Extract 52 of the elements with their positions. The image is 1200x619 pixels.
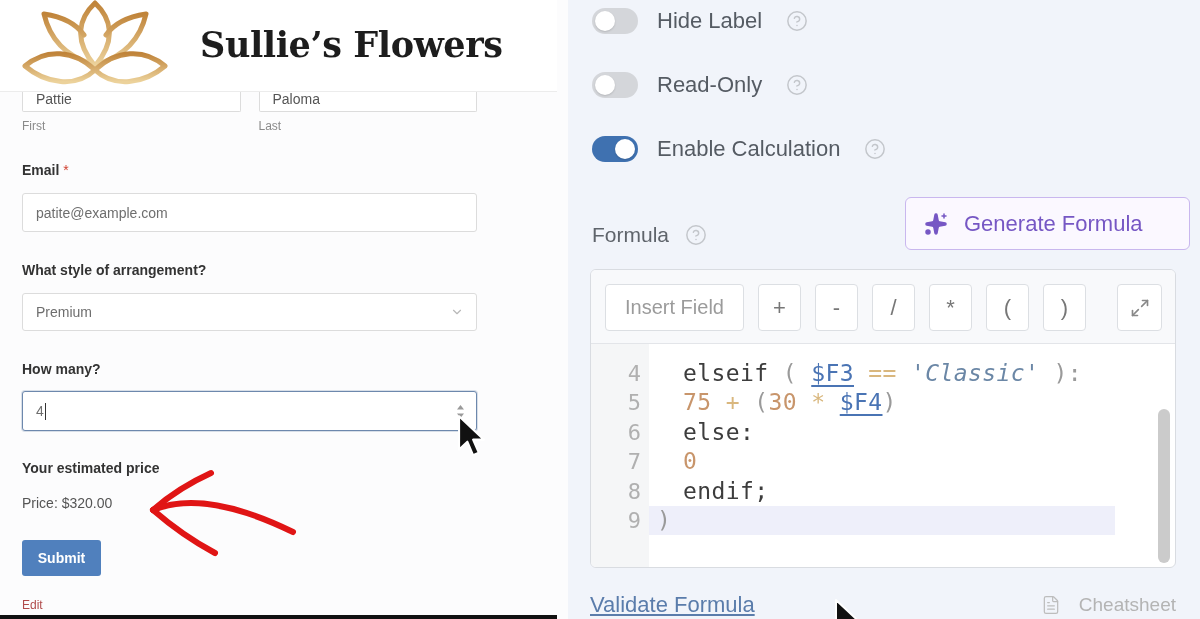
code-line: elseif ( $F3 == 'Classic' ): (682, 359, 1082, 388)
line-number: 4 (627, 360, 641, 388)
email-field[interactable]: patite@example.com (22, 193, 477, 232)
toggle-label: Read-Only (657, 72, 763, 98)
toggle-switch[interactable] (592, 72, 638, 98)
toggle-label: Enable Calculation (657, 136, 841, 162)
site-title: Sullie’s Flowers (200, 23, 503, 67)
line-number: 5 (627, 389, 641, 418)
validate-formula-link[interactable]: Validate Formula (590, 592, 755, 618)
generate-formula-button[interactable]: Generate Formula (905, 197, 1190, 250)
expand-button[interactable] (1117, 284, 1162, 331)
sublabel: First (22, 119, 46, 133)
code-line: endif; (682, 476, 769, 506)
spinner-arrows-icon[interactable] (457, 404, 464, 418)
code-line: 75 + (30 * $F4) (682, 388, 897, 418)
toggle-switch[interactable] (592, 136, 638, 162)
help-icon[interactable] (864, 138, 887, 160)
field-label: Email * (22, 162, 69, 178)
name-field[interactable]: Pattie (22, 92, 241, 112)
help-icon[interactable] (786, 74, 809, 96)
sublabel: Last (258, 119, 282, 133)
field-label: What style of arrangement? (22, 262, 207, 278)
select-field[interactable]: Premium (22, 293, 477, 331)
submit-button[interactable]: Submit (22, 540, 101, 576)
scrollbar-thumb[interactable] (1158, 409, 1170, 563)
operator-button[interactable]: ( (986, 284, 1029, 331)
text-cursor-icon (44, 402, 46, 420)
operator-button[interactable]: - (815, 284, 858, 331)
price-text: Price: $320.00 (22, 495, 113, 511)
line-number: 8 (627, 477, 641, 506)
toggle-switch[interactable] (592, 8, 638, 34)
operator-button[interactable]: / (872, 284, 915, 331)
line-number: 6 (627, 418, 641, 447)
sparkles-icon (924, 211, 948, 236)
help-icon[interactable] (685, 224, 708, 246)
edit-link[interactable]: Edit (22, 598, 43, 612)
name-field[interactable]: Paloma (258, 92, 477, 112)
operator-button[interactable]: * (929, 284, 972, 331)
toggle-label: Hide Label (657, 8, 763, 34)
line-number: 9 (627, 506, 641, 535)
expand-icon (1129, 297, 1150, 318)
operator-button[interactable]: ) (1043, 284, 1086, 331)
formula-label: Formula (592, 222, 670, 248)
code-line: else: (682, 417, 755, 447)
field-label: Your estimated price (22, 460, 160, 476)
line-number: 7 (627, 448, 641, 477)
code-line: 0 (682, 447, 698, 477)
field-label: How many? (22, 361, 101, 377)
insert-field-button[interactable]: Insert Field (605, 284, 744, 331)
help-icon[interactable] (786, 10, 809, 32)
operator-button[interactable]: + (758, 284, 801, 331)
number-field[interactable]: 4 (22, 391, 477, 431)
